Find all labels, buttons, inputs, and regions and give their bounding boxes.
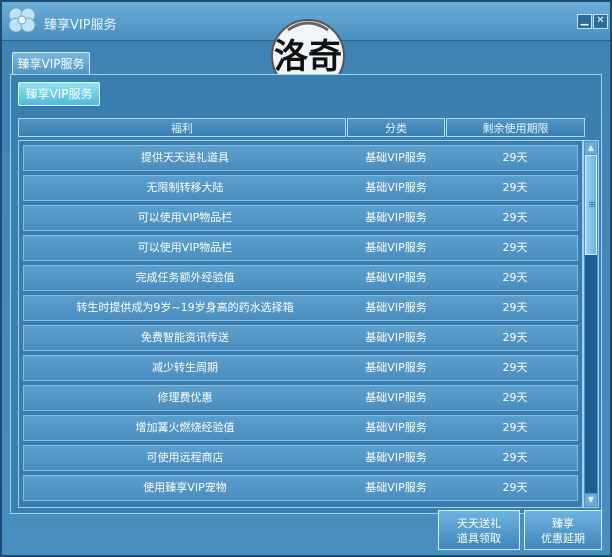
table-row[interactable]: 增加篝火燃烧经验值 基础VIP服务 29天: [23, 415, 578, 441]
grip-icon: [589, 202, 595, 203]
period-cell: 29天: [502, 361, 528, 374]
emblem-text: 洛奇: [274, 37, 342, 77]
table-row[interactable]: 完成任务额外经验值 基础VIP服务 29天: [23, 265, 578, 291]
benefit-list: 提供天天送礼道具 基础VIP服务 29天 无限制转移大陆 基础VIP服务 29天 可以使…: [18, 140, 583, 508]
benefit-cell: 可以使用VIP物品栏: [137, 241, 233, 254]
category-cell: 基础VIP服务: [365, 301, 427, 314]
close-button[interactable]: ✕: [593, 14, 608, 29]
benefit-cell: 修理费优惠: [157, 391, 213, 404]
table-row[interactable]: 转生时提供成为9岁~19岁身高的药水选择箱 基础VIP服务 29天: [23, 295, 578, 321]
category-cell: 基础VIP服务: [365, 181, 427, 194]
list-scrollbar[interactable]: ▲ ▼: [583, 140, 599, 508]
benefit-cell: 可以使用VIP物品栏: [137, 211, 233, 224]
period-cell: 29天: [502, 211, 528, 224]
benefit-cell: 免费智能资讯传送: [141, 331, 229, 344]
category-cell: 基础VIP服务: [365, 481, 427, 494]
column-header-benefit[interactable]: 福利: [18, 118, 346, 137]
vip-extend-button[interactable]: 臻享 优惠延期: [524, 510, 602, 550]
category-cell: 基础VIP服务: [365, 271, 427, 284]
table-row[interactable]: 可使用远程商店 基础VIP服务 29天: [23, 445, 578, 471]
category-cell: 基础VIP服务: [365, 331, 427, 344]
benefit-cell: 使用臻享VIP宠物: [143, 481, 227, 494]
table-row[interactable]: 修理费优惠 基础VIP服务 29天: [23, 385, 578, 411]
benefit-cell: 转生时提供成为9岁~19岁身高的药水选择箱: [76, 301, 294, 314]
benefit-cell: 无限制转移大陆: [146, 181, 224, 194]
period-cell: 29天: [502, 331, 528, 344]
category-cell: 基础VIP服务: [365, 451, 427, 464]
benefit-cell: 可使用远程商店: [146, 451, 224, 464]
button-label-line1: 天天送礼: [457, 517, 501, 530]
table-row[interactable]: 无限制转移大陆 基础VIP服务 29天: [23, 175, 578, 201]
column-header-period[interactable]: 剩余使用期限: [446, 118, 585, 137]
category-cell: 基础VIP服务: [365, 361, 427, 374]
subtab-vip-service[interactable]: 臻享VIP服务: [18, 82, 100, 106]
period-cell: 29天: [502, 391, 528, 404]
period-cell: 29天: [502, 151, 528, 164]
period-cell: 29天: [502, 421, 528, 434]
table-row[interactable]: 提供天天送礼道具 基础VIP服务 29天: [23, 145, 578, 171]
period-cell: 29天: [502, 271, 528, 284]
vip-service-window: 臻享VIP服务 ▁ ✕ 洛奇 臻享VIP服务 臻享VIP服务 福利 分类 剩余使…: [0, 0, 612, 557]
category-cell: 基础VIP服务: [365, 421, 427, 434]
scroll-down-arrow-icon[interactable]: ▼: [585, 494, 597, 506]
table-row[interactable]: 可以使用VIP物品栏 基础VIP服务 29天: [23, 205, 578, 231]
button-label-line2: 道具领取: [457, 532, 501, 545]
period-cell: 29天: [502, 301, 528, 314]
period-cell: 29天: [502, 481, 528, 494]
daily-gift-claim-button[interactable]: 天天送礼 道具领取: [438, 510, 520, 550]
category-cell: 基础VIP服务: [365, 391, 427, 404]
column-header-category[interactable]: 分类: [347, 118, 445, 137]
minimize-icon: ▁: [580, 15, 589, 26]
category-cell: 基础VIP服务: [365, 151, 427, 164]
benefit-cell: 增加篝火燃烧经验值: [135, 421, 235, 434]
category-cell: 基础VIP服务: [365, 211, 427, 224]
minimize-button[interactable]: ▁: [577, 14, 592, 29]
button-label-line2: 优惠延期: [541, 532, 585, 545]
period-cell: 29天: [502, 451, 528, 464]
scroll-up-arrow-icon[interactable]: ▲: [585, 142, 597, 154]
table-row[interactable]: 减少转生周期 基础VIP服务 29天: [23, 355, 578, 381]
clover-logo-icon: [8, 7, 36, 33]
table-row[interactable]: 免费智能资讯传送 基础VIP服务 29天: [23, 325, 578, 351]
button-label-line1: 臻享: [552, 517, 574, 530]
table-row[interactable]: 可以使用VIP物品栏 基础VIP服务 29天: [23, 235, 578, 261]
period-cell: 29天: [502, 241, 528, 254]
window-title: 臻享VIP服务: [44, 18, 117, 33]
close-icon: ✕: [596, 15, 605, 26]
category-cell: 基础VIP服务: [365, 241, 427, 254]
period-cell: 29天: [502, 181, 528, 194]
scrollbar-thumb[interactable]: [585, 155, 597, 255]
benefit-cell: 减少转生周期: [152, 361, 218, 374]
tab-vip-service[interactable]: 臻享VIP服务: [12, 52, 90, 75]
benefit-cell: 提供天天送礼道具: [141, 151, 229, 164]
benefit-cell: 完成任务额外经验值: [135, 271, 235, 284]
table-row[interactable]: 使用臻享VIP宠物 基础VIP服务 29天: [23, 475, 578, 501]
scrollbar-track[interactable]: [585, 255, 597, 493]
